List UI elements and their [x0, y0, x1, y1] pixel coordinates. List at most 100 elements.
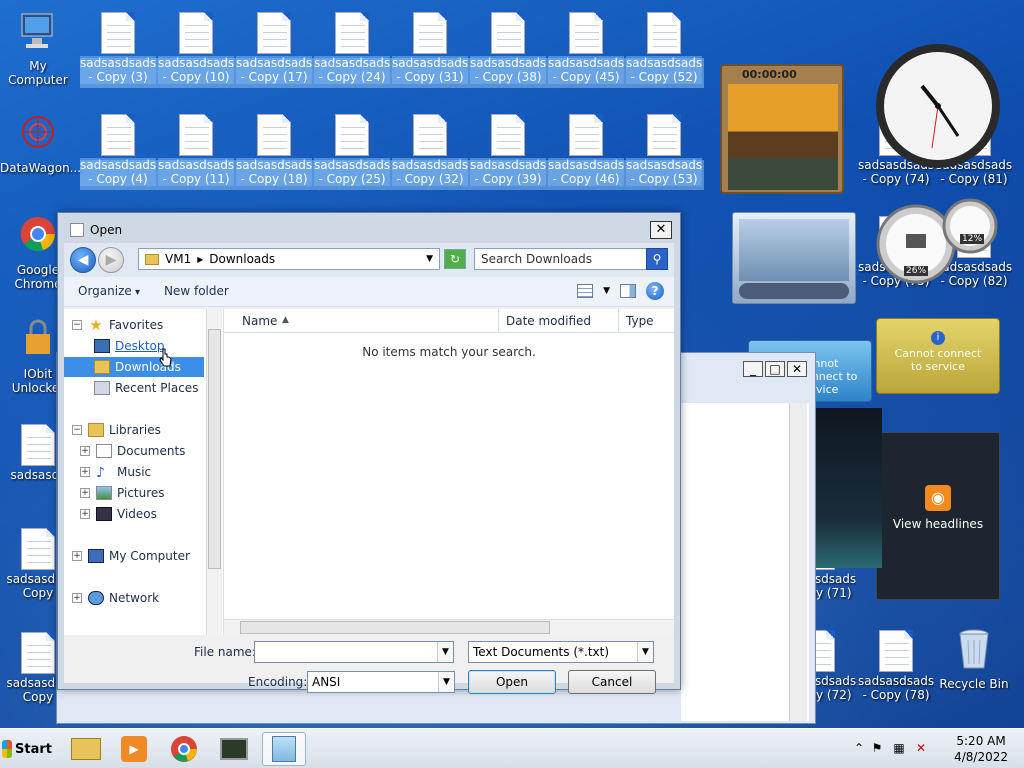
- file-list-scrollbar[interactable]: [224, 619, 674, 635]
- icon-label: - Copy (11): [162, 172, 230, 186]
- collapse-icon[interactable]: −: [72, 425, 82, 435]
- desktop-icon-file[interactable]: sadsasdsads...- Copy (39): [470, 114, 546, 186]
- nav-libraries[interactable]: − Libraries: [72, 420, 212, 440]
- clock[interactable]: 5:20 AM 4/8/2022: [954, 733, 1008, 765]
- desktop-icon-file[interactable]: sadsasdsads...- Copy (46): [548, 114, 624, 186]
- taskbar-notepad[interactable]: [262, 732, 306, 766]
- feed-gadget[interactable]: ◉ View headlines: [876, 432, 1000, 600]
- desktop-icon-datawagon[interactable]: DataWagon...: [0, 112, 81, 175]
- dialog-title-bar: Open: [70, 223, 122, 237]
- expand-icon[interactable]: +: [80, 467, 90, 477]
- nav-downloads[interactable]: Downloads: [64, 357, 204, 377]
- nav-my-computer[interactable]: + My Computer: [72, 546, 212, 566]
- refresh-button[interactable]: ↻: [444, 249, 466, 269]
- nav-network[interactable]: + Network: [72, 588, 212, 608]
- encoding-select[interactable]: ANSI ▼: [307, 671, 455, 693]
- media-gadget[interactable]: [732, 212, 856, 304]
- desktop-icon-file[interactable]: sadsasdsads...- Copy (78): [858, 630, 934, 702]
- desktop-icon-file[interactable]: sadsasdsads...- Copy (3): [80, 12, 156, 84]
- column-separator[interactable]: [618, 309, 619, 333]
- nav-videos[interactable]: + Videos: [80, 504, 220, 524]
- desktop-icon-file[interactable]: sadsasdsads...- Copy (17): [236, 12, 312, 84]
- taskbar-task-manager[interactable]: [212, 732, 256, 766]
- nav-label: Libraries: [109, 423, 161, 437]
- desktop-icon-file[interactable]: sadsasdsads...- Copy (25): [314, 114, 390, 186]
- nav-music[interactable]: + ♪ Music: [80, 462, 220, 482]
- nav-pane-scrollbar[interactable]: [206, 309, 222, 635]
- media-controls[interactable]: [739, 283, 849, 299]
- file-type-select[interactable]: Text Documents (*.txt) ▼: [468, 641, 654, 663]
- text-file-icon: [491, 114, 525, 156]
- expand-icon[interactable]: +: [80, 488, 90, 498]
- desktop-icon-file[interactable]: sadsasdsads...- Copy (11): [158, 114, 234, 186]
- weather-gadget[interactable]: i Cannot connect to service: [876, 318, 1000, 394]
- address-bar[interactable]: VM1 ▸ Downloads ▼: [138, 248, 440, 270]
- column-date-modified[interactable]: Date modified: [506, 314, 591, 328]
- help-icon[interactable]: ?: [646, 282, 664, 300]
- nav-recent-places[interactable]: Recent Places: [64, 378, 204, 398]
- scrollbar-thumb[interactable]: [208, 329, 221, 569]
- new-folder-button[interactable]: New folder: [164, 284, 229, 298]
- icon-label: - Copy (53): [630, 172, 698, 186]
- desktop-icon-file[interactable]: sadsasdsads...- Copy (32): [392, 114, 468, 186]
- show-hidden-icons-button[interactable]: ⌃: [852, 741, 866, 755]
- close-button[interactable]: ✕: [787, 361, 807, 377]
- expand-icon[interactable]: +: [80, 509, 90, 519]
- network-icon[interactable]: ▦: [892, 741, 906, 755]
- volume-muted-icon[interactable]: ✕: [914, 741, 928, 755]
- taskbar-media-player[interactable]: ▶: [112, 732, 156, 766]
- nav-pictures[interactable]: + Pictures: [80, 483, 220, 503]
- organize-button[interactable]: Organize: [78, 284, 140, 298]
- chevron-down-icon[interactable]: ▼: [426, 254, 433, 264]
- file-name-input[interactable]: ▼: [254, 641, 454, 663]
- puzzle-gadget[interactable]: 00:00:00: [720, 64, 844, 194]
- desktop-icon-file[interactable]: sadsasdsads...- Copy (18): [236, 114, 312, 186]
- desktop-icon-my-computer[interactable]: My Computer: [0, 10, 76, 87]
- desktop-icon-file[interactable]: sadsasdsads...- Copy (24): [314, 12, 390, 84]
- forward-button[interactable]: ▶: [98, 247, 124, 273]
- nav-favorites[interactable]: − ★ Favorites: [72, 315, 212, 335]
- cancel-button[interactable]: Cancel: [568, 670, 656, 694]
- expand-icon[interactable]: +: [72, 551, 82, 561]
- nav-desktop[interactable]: Desktop: [64, 336, 204, 356]
- view-list-icon[interactable]: [577, 284, 594, 298]
- open-button[interactable]: Open: [468, 670, 556, 694]
- preview-pane-icon[interactable]: [620, 284, 636, 298]
- column-name[interactable]: Name: [242, 314, 277, 328]
- address-folder[interactable]: Downloads: [209, 252, 275, 266]
- chevron-down-icon[interactable]: ▼: [603, 286, 610, 296]
- desktop-icon-file[interactable]: sadsasdsads...- Copy (4): [80, 114, 156, 186]
- taskbar-chrome[interactable]: [162, 732, 206, 766]
- column-type[interactable]: Type: [626, 314, 654, 328]
- nav-documents[interactable]: + Documents: [80, 441, 220, 461]
- column-separator[interactable]: [498, 309, 499, 333]
- chevron-down-icon[interactable]: ▼: [438, 672, 454, 692]
- desktop-icon-file[interactable]: sadsasdsads...- Copy (45): [548, 12, 624, 84]
- notepad-scrollbar[interactable]: [789, 403, 807, 721]
- chevron-down-icon[interactable]: ▼: [637, 642, 653, 662]
- search-icon[interactable]: ⚲: [646, 248, 668, 270]
- address-separator[interactable]: ▸: [197, 252, 203, 266]
- scrollbar-thumb[interactable]: [240, 621, 550, 634]
- open-dialog: Open ✕ ◀ ▶ VM1 ▸ Downloads ▼ ↻ Search Do…: [57, 212, 681, 694]
- desktop-icon-file[interactable]: sadsasdsads...- Copy (31): [392, 12, 468, 84]
- desktop-icon-recycle-bin[interactable]: Recycle Bin: [936, 626, 1012, 691]
- minimize-button[interactable]: _: [743, 361, 763, 377]
- expand-icon[interactable]: +: [72, 593, 82, 603]
- desktop-icon-file[interactable]: sadsasdsads...- Copy (38): [470, 12, 546, 84]
- desktop-icon-file[interactable]: sadsasdsads...- Copy (53): [626, 114, 702, 186]
- collapse-icon[interactable]: −: [72, 320, 82, 330]
- chevron-down-icon[interactable]: ▼: [437, 642, 453, 662]
- address-root[interactable]: VM1: [165, 252, 191, 266]
- search-input[interactable]: Search Downloads ⚲: [474, 248, 668, 270]
- nav-label: Recent Places: [115, 381, 199, 395]
- action-center-flag-icon[interactable]: ⚑: [870, 741, 884, 755]
- desktop-icon-file[interactable]: sadsasdsads...- Copy (52): [626, 12, 702, 84]
- desktop-icon-file[interactable]: sadsasdsads...- Copy (10): [158, 12, 234, 84]
- expand-icon[interactable]: +: [80, 446, 90, 456]
- dialog-close-button[interactable]: ✕: [650, 221, 672, 239]
- taskbar-explorer[interactable]: [64, 732, 108, 766]
- maximize-button[interactable]: □: [765, 361, 785, 377]
- start-button[interactable]: Start: [2, 735, 52, 763]
- back-button[interactable]: ◀: [70, 247, 96, 273]
